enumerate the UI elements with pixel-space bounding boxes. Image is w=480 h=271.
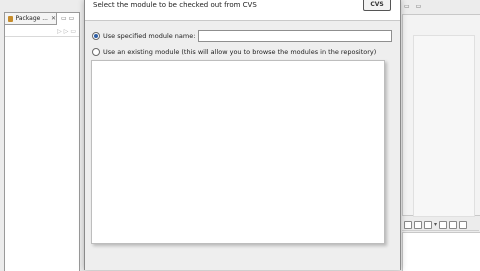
minimize-maximize-icon[interactable]: ▭ ▭ <box>61 15 74 22</box>
module-name-input[interactable] <box>198 30 392 42</box>
minimize-icon[interactable]: ▭ <box>404 3 410 10</box>
dropdown-arrow-icon[interactable]: ▾ <box>434 221 437 228</box>
checkout-dialog: Select the module to be checked out from… <box>84 0 401 270</box>
use-specified-module-label[interactable]: Use specified module name: <box>103 32 195 40</box>
right-view-controls: ▭ ▭ <box>404 3 421 10</box>
console-panel <box>402 232 480 271</box>
workspace-right-area: ▭ ▭ ▾ <box>399 0 480 271</box>
maximize-icon[interactable]: ▭ <box>416 3 422 10</box>
workspace-left-area: Package ... ✕ ▭ ▭ ▷ ▷ ▭ <box>0 0 85 271</box>
use-existing-module-radio[interactable] <box>92 48 100 56</box>
view-menu-icon[interactable]: ▭ <box>70 28 76 35</box>
package-explorer-toolbar: ▷ ▷ ▭ <box>5 26 79 37</box>
outline-content <box>413 35 475 217</box>
toolbar-button-icon[interactable] <box>414 220 422 229</box>
toolbar-button-icon[interactable] <box>424 220 432 229</box>
outline-panel <box>402 14 480 217</box>
module-tree-list[interactable] <box>91 60 385 244</box>
toolbar-button-icon[interactable] <box>439 220 448 229</box>
console-toolbar: ▾ <box>402 219 479 231</box>
forward-arrow-icon[interactable]: ▷ <box>64 28 69 35</box>
use-specified-module-radio[interactable] <box>92 32 100 40</box>
package-explorer-tab[interactable]: Package ... ✕ <box>5 13 57 25</box>
package-tab-label: Package ... <box>15 15 48 22</box>
cvs-logo-icon: CVS <box>363 0 391 11</box>
close-icon[interactable]: ✕ <box>51 15 56 22</box>
toolbar-button-icon[interactable] <box>404 220 412 229</box>
header-message: Select the module to be checked out from… <box>93 1 257 9</box>
package-icon <box>8 15 14 22</box>
toolbar-button-icon[interactable] <box>459 220 468 229</box>
back-arrow-icon[interactable]: ▷ <box>57 28 62 35</box>
dialog-header: Select the module to be checked out from… <box>85 0 400 21</box>
use-existing-module-label[interactable]: Use an existing module (this will allow … <box>103 48 376 56</box>
package-explorer-panel: Package ... ✕ ▭ ▭ ▷ ▷ ▭ <box>4 12 80 271</box>
toolbar-button-icon[interactable] <box>449 220 458 229</box>
